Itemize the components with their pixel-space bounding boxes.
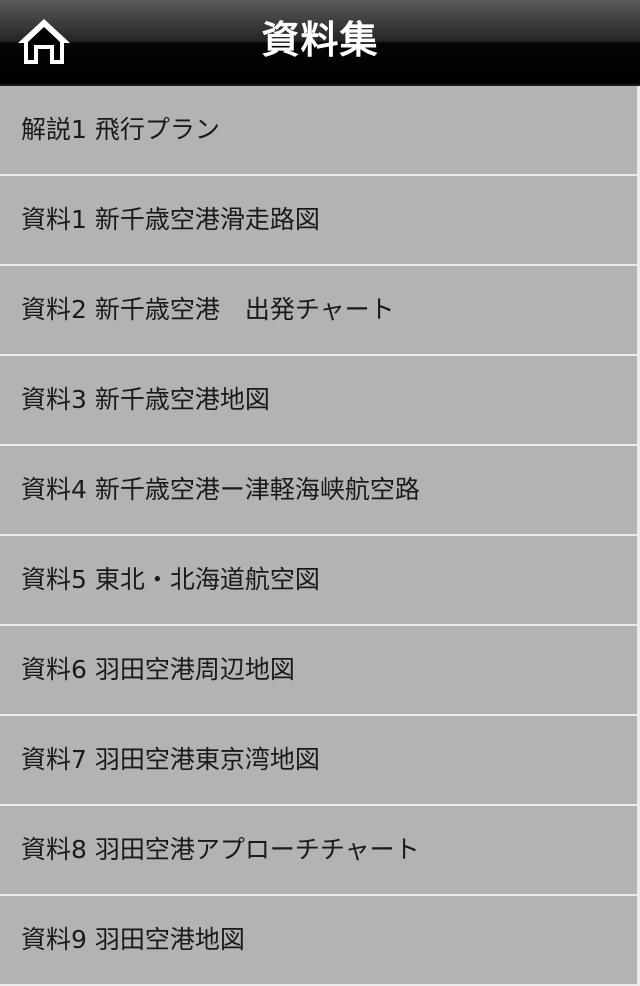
list-item[interactable]: 資料5 東北・北海道航空図	[0, 536, 640, 626]
list-item[interactable]: 資料1 新千歳空港滑走路図	[0, 176, 640, 266]
list-item[interactable]: 資料7 羽田空港東京湾地図	[0, 716, 640, 806]
list-item[interactable]: 資料9 羽田空港地図	[0, 896, 640, 986]
list-item[interactable]: 資料3 新千歳空港地図	[0, 356, 640, 446]
list-item[interactable]: 資料2 新千歳空港 出発チャート	[0, 266, 640, 356]
list-item[interactable]: 資料6 羽田空港周辺地図	[0, 626, 640, 716]
home-icon	[18, 19, 70, 64]
page-title: 資料集	[261, 18, 379, 62]
list-item[interactable]: 資料8 羽田空港アプローチチャート	[0, 806, 640, 896]
document-list: 解説1 飛行プラン 資料1 新千歳空港滑走路図 資料2 新千歳空港 出発チャート…	[0, 86, 640, 986]
list-item[interactable]: 解説1 飛行プラン	[0, 86, 640, 176]
list-item[interactable]: 資料4 新千歳空港ー津軽海峡航空路	[0, 446, 640, 536]
navigation-bar: 資料集	[0, 0, 640, 86]
home-button[interactable]	[14, 16, 74, 70]
